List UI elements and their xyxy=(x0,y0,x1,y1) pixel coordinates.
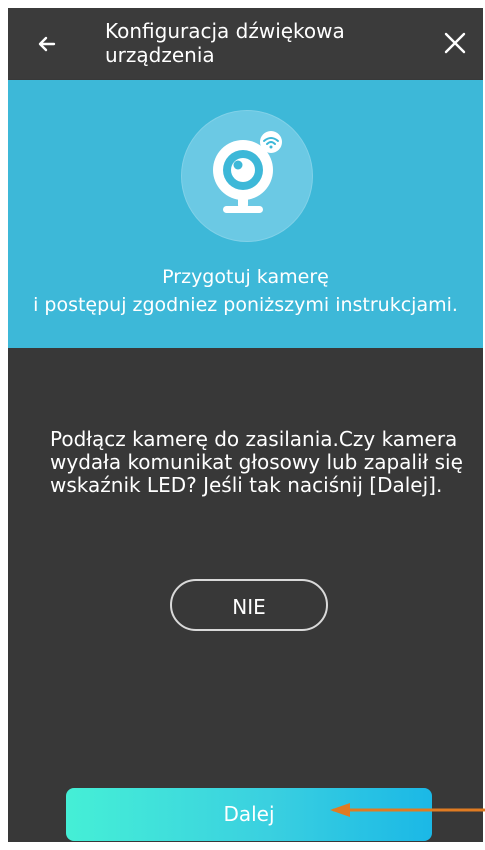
app-header: Konfiguracja dźwiękowa urządzenia xyxy=(8,8,483,79)
instruction-text: Podłącz kamerę do zasilania.Czy kamera w… xyxy=(50,427,463,497)
close-icon[interactable] xyxy=(440,28,470,58)
app-screen: Konfiguracja dźwiękowa urządzenia Przygo… xyxy=(8,8,483,842)
back-arrow-icon[interactable] xyxy=(34,30,62,58)
page-title-line-1: Konfiguracja dźwiękowa xyxy=(105,19,345,43)
camera-wifi-icon xyxy=(213,131,282,213)
banner-subtitle: i postępuj zgodniez poniższymi instrukcj… xyxy=(33,294,458,316)
annotation-arrow-icon xyxy=(330,803,485,817)
page-title-line-2: urządzenia xyxy=(105,43,215,67)
banner-title: Przygotuj kamerę xyxy=(162,266,329,288)
camera-icon-background xyxy=(181,110,313,242)
no-button[interactable]: NIE xyxy=(170,579,328,631)
setup-banner: Przygotuj kamerę i postępuj zgodniez pon… xyxy=(8,80,483,348)
page-title: Konfiguracja dźwiękowa urządzenia xyxy=(105,19,405,67)
